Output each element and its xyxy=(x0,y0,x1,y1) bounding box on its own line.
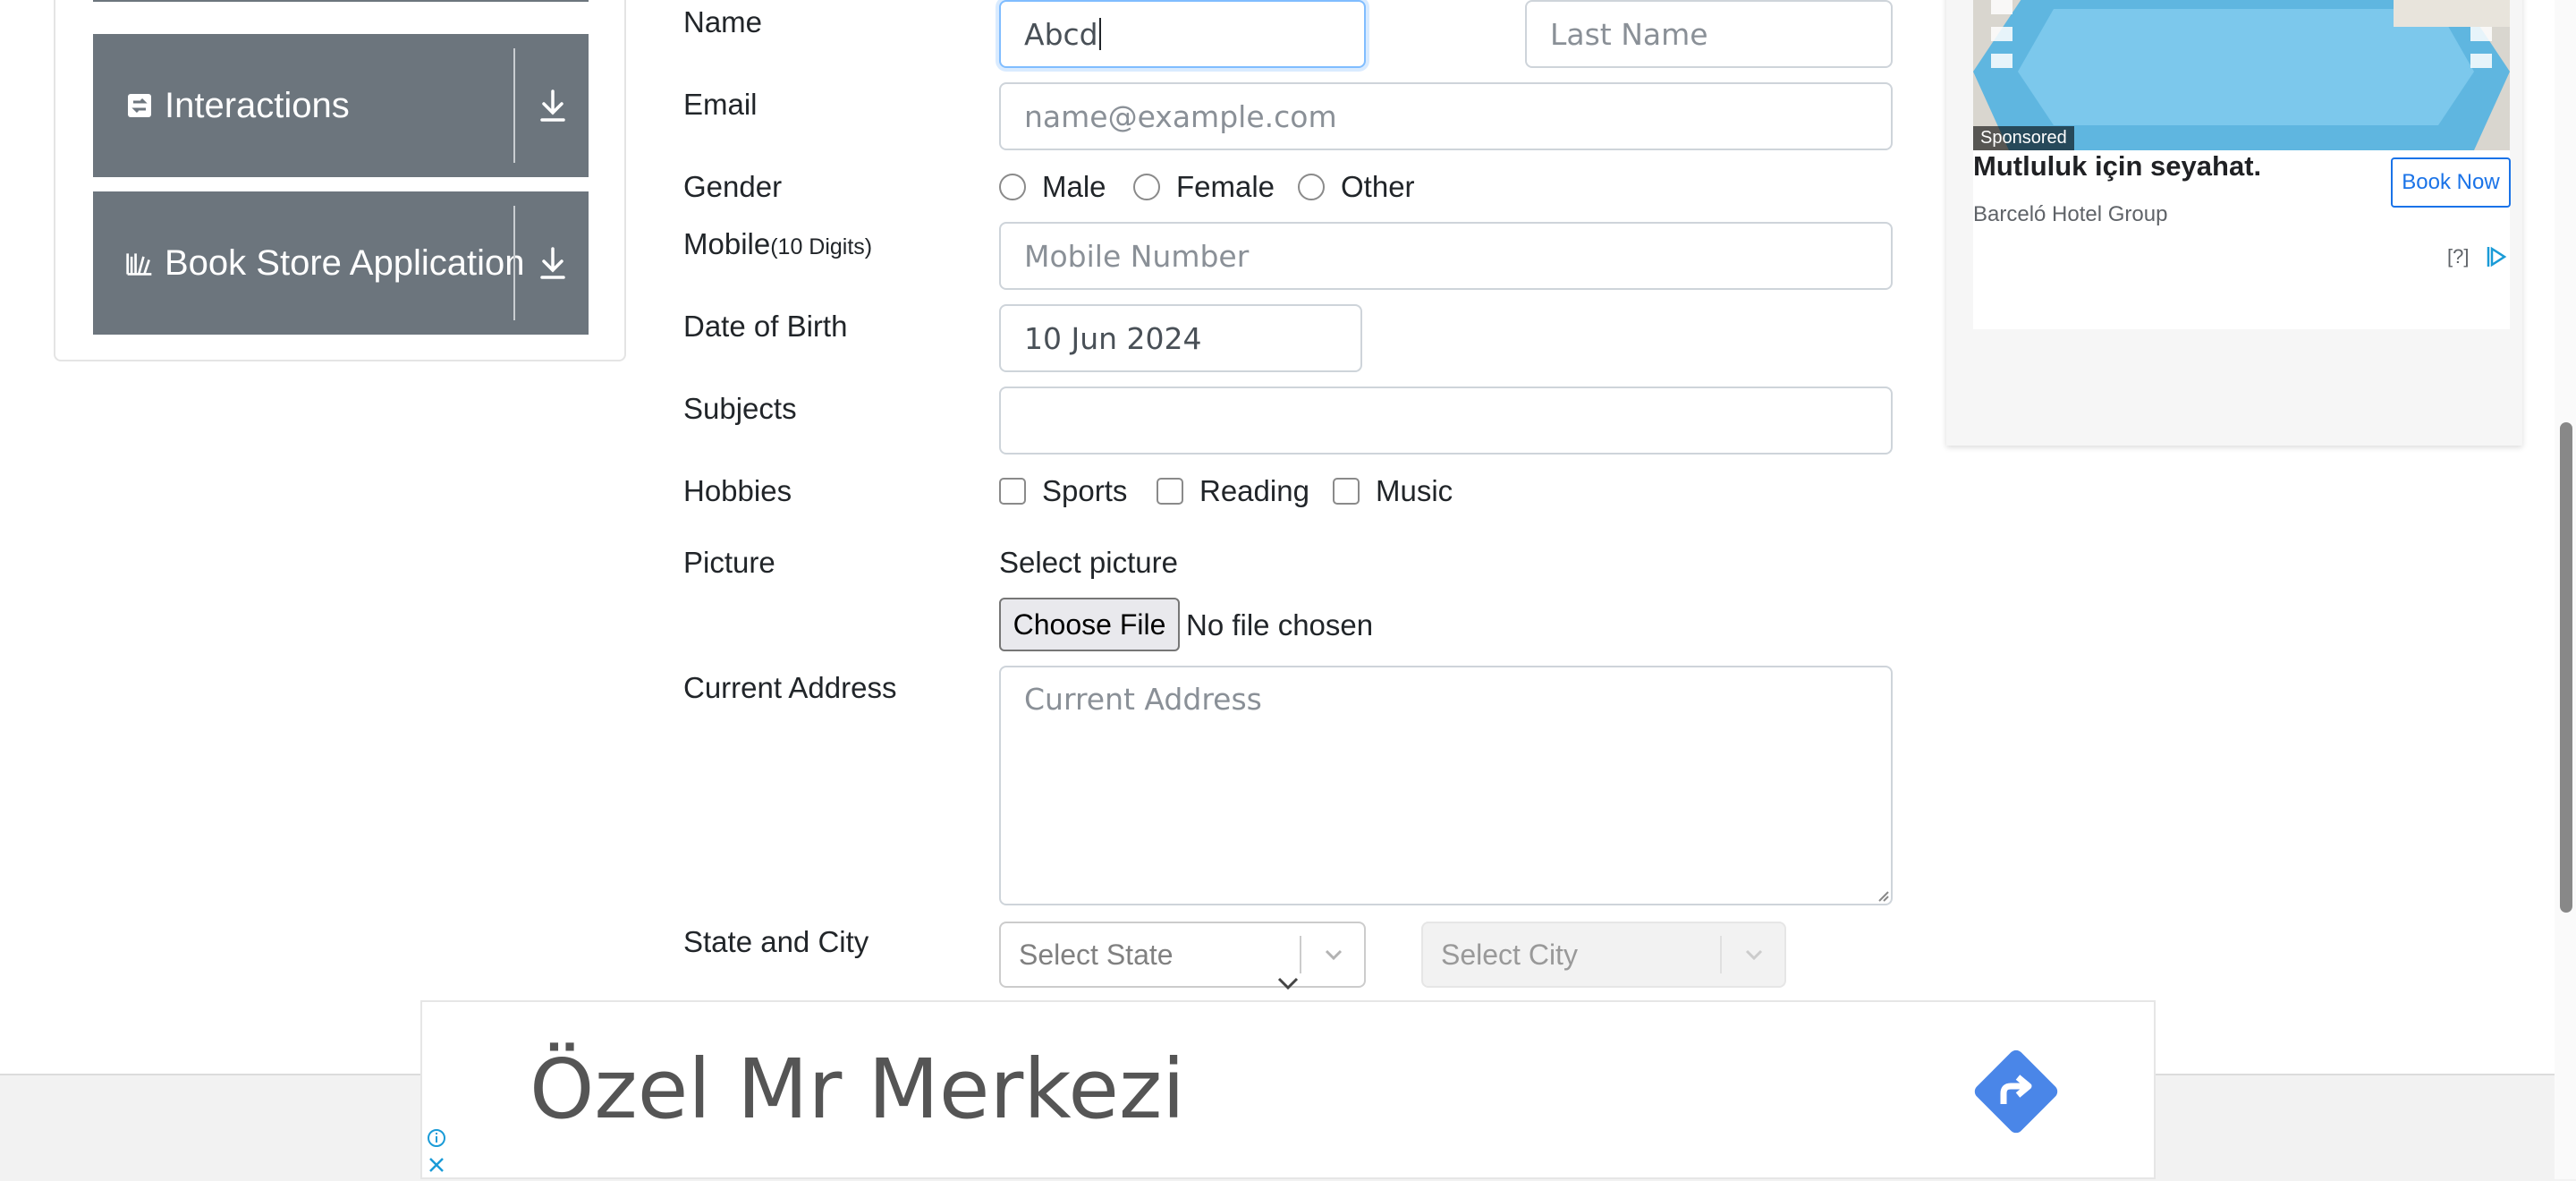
state-city-label: State and City xyxy=(683,925,869,958)
choose-file-button[interactable]: Choose File xyxy=(999,598,1180,651)
chevron-down-icon[interactable] xyxy=(1741,942,1767,967)
resize-handle-icon[interactable] xyxy=(1875,888,1889,902)
mobile-field[interactable]: Mobile Number xyxy=(999,222,1893,290)
chevron-down-icon[interactable] xyxy=(1321,942,1346,967)
dob-label: Date of Birth xyxy=(683,310,848,343)
banner-text[interactable]: Özel Mr Merkezi xyxy=(530,1041,1185,1137)
bottom-banner-ad[interactable]: Özel Mr Merkezi xyxy=(420,1000,2156,1179)
hobby-reading-checkbox[interactable]: Reading xyxy=(1157,474,1309,508)
gender-male-radio[interactable]: Male xyxy=(999,170,1106,204)
sidebar-item-label: Book Store Application xyxy=(165,242,525,283)
no-file-text: No file chosen xyxy=(1186,608,1374,641)
radio-icon[interactable] xyxy=(1298,174,1325,200)
interactions-icon xyxy=(125,91,154,120)
info-icon[interactable] xyxy=(426,1127,447,1149)
checkbox-icon[interactable] xyxy=(1333,478,1360,505)
first-name-field[interactable]: Abcd xyxy=(999,0,1366,68)
picture-prompt: Select picture xyxy=(999,546,1178,579)
sponsored-ad[interactable]: Sponsored Mutluluk için seyahat. Barceló… xyxy=(1946,0,2522,446)
radio-icon[interactable] xyxy=(999,174,1026,200)
current-address-textarea[interactable]: Current Address xyxy=(999,666,1893,905)
sidebar-panel: Interactions Book Store Application xyxy=(54,0,626,361)
sidebar-item-interactions[interactable]: Interactions xyxy=(93,34,589,177)
last-name-field[interactable]: Last Name xyxy=(1525,0,1893,68)
hobby-sports-checkbox[interactable]: Sports xyxy=(999,474,1127,508)
chevron-down-icon xyxy=(1277,977,1299,990)
hotel-pool-image[interactable]: Sponsored xyxy=(1973,0,2510,150)
scrollbar[interactable] xyxy=(2555,0,2576,1179)
email-label: Email xyxy=(683,88,758,121)
subjects-input[interactable] xyxy=(999,387,1893,455)
sidebar-item-book-store[interactable]: Book Store Application xyxy=(93,191,589,335)
radio-icon[interactable] xyxy=(1133,174,1160,200)
gender-female-radio[interactable]: Female xyxy=(1133,170,1275,204)
books-icon xyxy=(125,249,154,277)
city-select[interactable]: Select City xyxy=(1421,922,1786,988)
name-label: Name xyxy=(683,5,763,38)
dob-input[interactable]: 10 Jun 2024 xyxy=(999,304,1362,372)
mobile-label: Mobile(10 Digits) xyxy=(683,227,873,260)
ad-brand: Barceló Hotel Group xyxy=(1973,202,2168,226)
email-field[interactable]: name@example.com xyxy=(999,82,1893,150)
checkbox-icon[interactable] xyxy=(1157,478,1183,505)
hobby-music-checkbox[interactable]: Music xyxy=(1333,474,1453,508)
download-icon[interactable] xyxy=(533,86,572,125)
current-address-label: Current Address xyxy=(683,671,897,704)
state-select[interactable]: Select State xyxy=(999,922,1366,988)
city-placeholder: Select City xyxy=(1441,938,1578,971)
sidebar-item-previous[interactable] xyxy=(93,0,589,2)
scrollbar-thumb[interactable] xyxy=(2560,422,2572,913)
sidebar-item-label: Interactions xyxy=(165,85,350,125)
directions-icon[interactable] xyxy=(1971,1047,2061,1136)
close-icon[interactable] xyxy=(426,1154,447,1176)
download-icon[interactable] xyxy=(533,243,572,283)
adchoices-icon[interactable] xyxy=(2485,245,2508,268)
hobbies-label: Hobbies xyxy=(683,474,792,507)
sponsored-badge: Sponsored xyxy=(1973,126,2074,150)
gender-other-radio[interactable]: Other xyxy=(1298,170,1415,204)
picture-label: Picture xyxy=(683,546,775,579)
ad-title[interactable]: Mutluluk için seyahat. xyxy=(1973,150,2261,183)
checkbox-icon[interactable] xyxy=(999,478,1026,505)
subjects-label: Subjects xyxy=(683,392,797,425)
state-placeholder: Select State xyxy=(1019,938,1174,971)
book-now-button[interactable]: Book Now xyxy=(2391,157,2511,208)
ad-info-text[interactable]: [?] xyxy=(2447,245,2469,268)
first-name-value: Abcd xyxy=(1024,16,1098,52)
gender-label: Gender xyxy=(683,170,783,203)
